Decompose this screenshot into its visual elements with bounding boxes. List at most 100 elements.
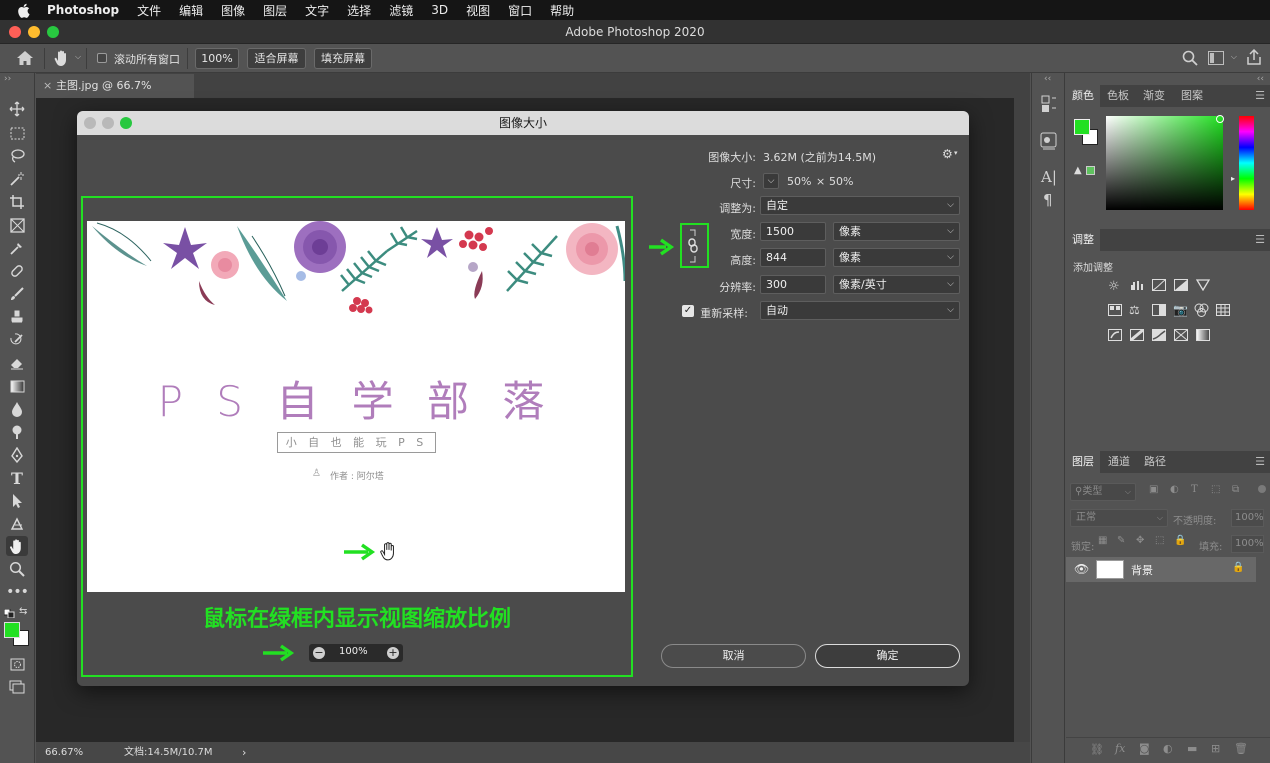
menu-edit[interactable]: 编辑 [179,2,203,19]
eye-visibility-icon[interactable]: 👁 [1074,562,1089,576]
lasso-tool-icon[interactable] [6,146,28,166]
fit-screen-button[interactable]: 适合屏幕 [247,48,306,69]
new-adjustment-icon[interactable]: ◐ [1163,742,1173,755]
zoom-out-icon[interactable]: − [313,647,325,659]
menu-type[interactable]: 文字 [305,2,329,19]
selective-color-icon[interactable] [1174,329,1188,344]
menu-view[interactable]: 视图 [466,2,490,19]
out-of-gamut-warning-icon[interactable]: ▲ [1074,165,1082,176]
width-unit-select[interactable]: 像素 ⌵ [833,222,960,241]
color-panel-foreground-swatch[interactable] [1074,119,1090,135]
menu-image[interactable]: 图像 [221,2,245,19]
tab-gradients[interactable]: 渐变 [1136,85,1172,107]
color-picker-handle[interactable] [1216,115,1224,123]
chevron-down-icon[interactable]: ⌵ [75,52,81,62]
canvas-vertical-scrollbar[interactable] [1014,98,1030,742]
new-layer-icon[interactable]: ⊞ [1211,742,1220,755]
cancel-button[interactable]: 取消 [661,644,806,668]
resolution-input[interactable]: 300 [760,275,826,294]
history-panel-icon[interactable] [1041,95,1057,116]
frame-tool-icon[interactable] [6,215,28,235]
channel-mixer-icon[interactable] [1194,303,1209,320]
status-menu-arrow[interactable]: › [242,742,246,763]
document-tab[interactable]: × 主图.jpg @ 66.7%(RGB/8) [36,74,194,116]
tab-adjustments[interactable]: 调整 [1066,229,1100,251]
lock-image-icon[interactable]: ✎ [1117,535,1125,546]
tab-swatches[interactable]: 色板 [1102,85,1134,107]
link-layers-icon[interactable]: ⛓ [1090,743,1104,756]
posterize-icon[interactable] [1130,328,1144,344]
blur-tool-icon[interactable] [6,399,28,419]
screen-mode-icon[interactable] [6,677,28,697]
minimize-window-button[interactable] [28,26,40,38]
properties-panel-icon[interactable] [1039,131,1059,154]
color-balance-icon[interactable]: ⚖ [1129,303,1140,317]
threshold-icon[interactable] [1152,329,1166,344]
filter-shape-icon[interactable]: ⬚ [1211,484,1220,495]
zoom-100-button[interactable]: 100% [195,48,239,69]
dodge-tool-icon[interactable] [6,422,28,442]
layer-filter-select[interactable]: ⚲类型 ⌵ [1070,483,1136,501]
quick-mask-icon[interactable] [6,654,28,674]
more-tools-icon[interactable]: ••• [6,582,29,602]
status-zoom[interactable]: 66.67% [45,742,83,763]
lock-all-icon[interactable]: 🔒 [1174,535,1186,546]
share-icon[interactable] [1247,48,1261,68]
path-selection-tool-icon[interactable] [6,491,28,511]
black-white-icon[interactable] [1152,304,1166,319]
panel-menu-icon[interactable]: ☰ [1255,233,1265,246]
menu-filter[interactable]: 滤镜 [389,2,413,19]
hue-slider[interactable] [1239,116,1254,210]
curves-icon[interactable] [1152,279,1166,294]
hue-saturation-icon[interactable] [1108,304,1122,319]
fx-icon[interactable]: fx [1115,742,1125,755]
levels-icon[interactable] [1130,279,1145,294]
type-tool-icon[interactable]: T [6,468,28,488]
ok-button[interactable]: 确定 [815,644,960,668]
layer-row[interactable]: 👁 背景 🔒 [1066,557,1256,582]
panel-menu-icon[interactable]: ☰ [1255,89,1265,102]
gamut-color-swatch[interactable] [1086,166,1095,175]
filter-toggle-icon[interactable] [1258,485,1266,493]
fit-to-select[interactable]: 自定 ⌵ [760,196,960,215]
swap-colors-icon[interactable]: ⇆ [19,606,27,617]
hand-tool-options-icon[interactable] [54,49,70,70]
tab-layers[interactable]: 图层 [1066,451,1100,473]
history-brush-tool-icon[interactable] [6,330,28,350]
brush-tool-icon[interactable] [6,284,28,304]
default-colors-icon[interactable] [3,608,15,621]
hand-tool-icon[interactable] [6,536,28,556]
collapse-panel-icon[interactable]: ‹‹ [1044,74,1051,84]
character-panel-icon[interactable]: A| [1041,168,1057,186]
hue-slider-handle[interactable]: ▸ [1231,174,1235,183]
filter-smart-object-icon[interactable]: ⧉ [1232,484,1239,495]
menu-app-photoshop[interactable]: Photoshop [47,3,119,17]
gradient-map-icon[interactable] [1196,329,1210,344]
clone-stamp-tool-icon[interactable] [6,307,28,327]
lock-position-icon[interactable]: ✥ [1136,535,1144,546]
panel-menu-icon[interactable]: ☰ [1255,455,1265,468]
gear-icon[interactable]: ⚙ [942,147,953,161]
shape-tool-icon[interactable] [6,514,28,534]
menu-3d[interactable]: 3D [431,3,448,17]
close-document-icon[interactable]: × [43,74,52,98]
move-tool-icon[interactable] [6,99,28,119]
gradient-tool-icon[interactable] [6,376,28,396]
vibrance-icon[interactable] [1195,279,1211,294]
brightness-contrast-icon[interactable]: ☼ [1108,279,1120,294]
width-input[interactable]: 1500 [760,222,826,241]
blend-mode-select[interactable]: 正常 ⌵ [1070,509,1168,527]
tab-patterns[interactable]: 图案 [1174,85,1210,107]
apple-menu-icon[interactable] [17,3,33,18]
home-icon[interactable] [16,50,34,69]
menu-file[interactable]: 文件 [137,2,161,19]
close-window-button[interactable] [9,26,21,38]
foreground-color-swatch[interactable] [4,622,20,638]
resample-select[interactable]: 自动 ⌵ [760,301,960,320]
magic-wand-tool-icon[interactable] [6,169,28,189]
eraser-tool-icon[interactable] [6,353,28,373]
delete-layer-icon[interactable]: 🗑 [1234,742,1248,755]
exposure-icon[interactable] [1174,279,1188,294]
tab-paths[interactable]: 路径 [1138,451,1172,473]
eyedropper-tool-icon[interactable] [6,238,28,258]
